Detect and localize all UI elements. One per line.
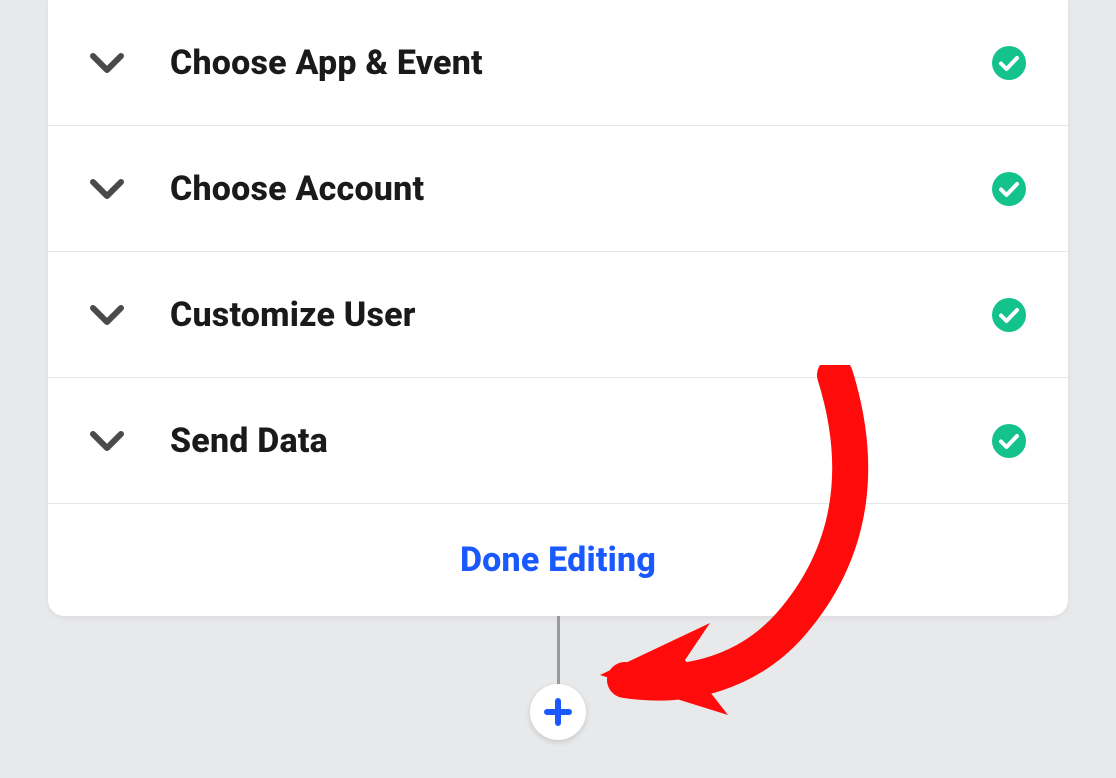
check-circle-icon (992, 46, 1026, 80)
chevron-down-icon (90, 305, 124, 327)
step-label: Send Data (170, 421, 992, 461)
step-label: Customize User (170, 295, 992, 335)
step-row-send-data[interactable]: Send Data (48, 378, 1068, 504)
check-circle-icon (992, 298, 1026, 332)
step-card: Choose App & Event Choose Account (48, 0, 1068, 616)
check-circle-icon (992, 172, 1026, 206)
chevron-down-icon (90, 53, 124, 75)
done-editing-row: Done Editing (48, 504, 1068, 616)
step-row-choose-account[interactable]: Choose Account (48, 126, 1068, 252)
check-circle-icon (992, 424, 1026, 458)
add-step-connector (0, 616, 1116, 740)
plus-icon (544, 698, 572, 726)
connector-line (557, 616, 560, 686)
step-label: Choose App & Event (170, 43, 992, 83)
add-step-button[interactable] (530, 684, 586, 740)
chevron-down-icon (90, 431, 124, 453)
chevron-down-icon (90, 179, 124, 201)
step-row-choose-app-event[interactable]: Choose App & Event (48, 0, 1068, 126)
step-label: Choose Account (170, 169, 992, 209)
step-row-customize-user[interactable]: Customize User (48, 252, 1068, 378)
done-editing-link[interactable]: Done Editing (460, 540, 656, 580)
